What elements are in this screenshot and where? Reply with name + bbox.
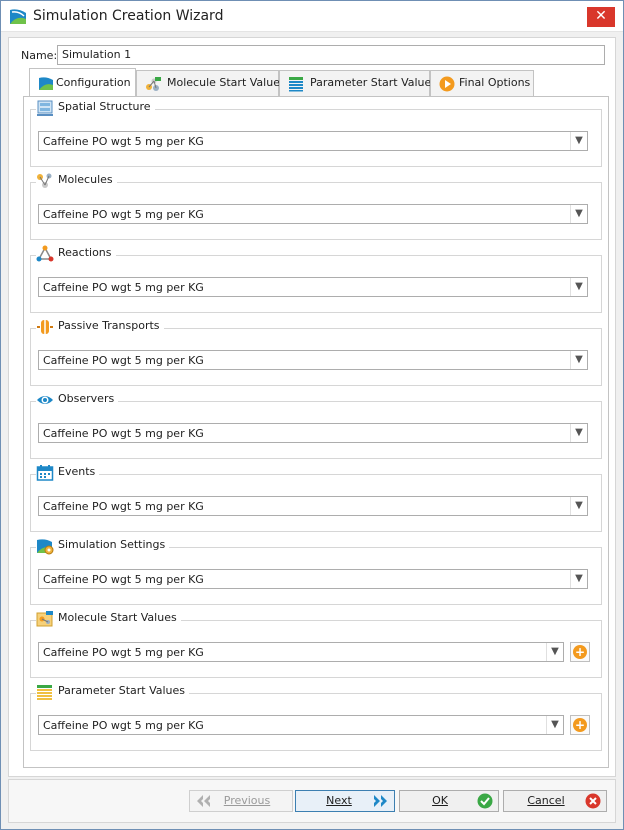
dropdown-value: Caffeine PO wgt 5 mg per KG [43, 573, 204, 586]
dropdown-value: Caffeine PO wgt 5 mg per KG [43, 354, 204, 367]
group-label: Parameter Start Values [54, 684, 190, 697]
dropdown-value: Caffeine PO wgt 5 mg per KG [43, 500, 204, 513]
spatial-structure-icon [36, 99, 54, 117]
tab-label: Configuration [56, 76, 131, 89]
tab-final-options[interactable]: Final Options [430, 70, 534, 96]
eye-icon [36, 391, 54, 409]
cancel-button[interactable]: Cancel [503, 790, 607, 812]
name-label: Name: [21, 49, 58, 62]
ok-button[interactable]: OK [399, 790, 499, 812]
double-chevron-right-icon [374, 795, 387, 807]
group-molecules: Molecules Caffeine PO wgt 5 mg per KG ▼ [30, 172, 602, 240]
spatial-structure-dropdown[interactable]: Caffeine PO wgt 5 mg per KG ▼ [38, 131, 588, 151]
molecule-start-values-icon [36, 610, 54, 628]
wizard-window: Simulation Creation Wizard ✕ Name: Simul… [0, 0, 624, 830]
group-simulation-settings: Simulation Settings Caffeine PO wgt 5 mg… [30, 537, 602, 605]
button-label: Previous [223, 794, 271, 807]
chevron-down-icon[interactable]: ▼ [570, 570, 587, 588]
close-button[interactable]: ✕ [587, 7, 615, 27]
group-events: Events Caffeine PO wgt 5 mg per KG ▼ [30, 464, 602, 532]
group-molecule-start-values: Molecule Start Values Caffeine PO wgt 5 … [30, 610, 602, 678]
dropdown-value: Caffeine PO wgt 5 mg per KG [43, 208, 204, 221]
group-label: Observers [54, 392, 119, 405]
configuration-panel: Spatial Structure Caffeine PO wgt 5 mg p… [23, 96, 609, 768]
previous-button[interactable]: Previous [189, 790, 293, 812]
configuration-icon [39, 77, 53, 90]
chevron-down-icon[interactable]: ▼ [546, 643, 563, 661]
group-reactions: Reactions Caffeine PO wgt 5 mg per KG ▼ [30, 245, 602, 313]
events-dropdown[interactable]: Caffeine PO wgt 5 mg per KG ▼ [38, 496, 588, 516]
chevron-down-icon[interactable]: ▼ [570, 424, 587, 442]
next-button[interactable]: Next [295, 790, 395, 812]
tab-label: Molecule Start Values [167, 76, 286, 89]
observers-dropdown[interactable]: Caffeine PO wgt 5 mg per KG ▼ [38, 423, 588, 443]
chevron-down-icon[interactable]: ▼ [570, 132, 587, 150]
check-icon [477, 793, 493, 809]
group-label: Passive Transports [54, 319, 164, 332]
group-observers: Observers Caffeine PO wgt 5 mg per KG ▼ [30, 391, 602, 459]
dropdown-value: Caffeine PO wgt 5 mg per KG [43, 281, 204, 294]
parameter-start-values-icon [36, 683, 54, 701]
chevron-down-icon[interactable]: ▼ [570, 497, 587, 515]
group-passive-transports: Passive Transports Caffeine PO wgt 5 mg … [30, 318, 602, 386]
chevron-down-icon[interactable]: ▼ [570, 278, 587, 296]
plus-icon: + [573, 718, 587, 732]
group-spatial-structure: Spatial Structure Caffeine PO wgt 5 mg p… [30, 99, 602, 167]
tab-label: Parameter Start Values [310, 76, 438, 89]
molecules-dropdown[interactable]: Caffeine PO wgt 5 mg per KG ▼ [38, 204, 588, 224]
dropdown-value: Caffeine PO wgt 5 mg per KG [43, 719, 204, 732]
simulation-settings-dropdown[interactable]: Caffeine PO wgt 5 mg per KG ▼ [38, 569, 588, 589]
button-bar: Previous Next OK Cancel [8, 779, 616, 823]
parameter-start-values-dropdown[interactable]: Caffeine PO wgt 5 mg per KG ▼ [38, 715, 564, 735]
group-label: Events [54, 465, 100, 478]
plus-icon: + [573, 645, 587, 659]
window-title: Simulation Creation Wizard [33, 8, 224, 24]
calendar-icon [36, 464, 54, 482]
add-parameter-start-values-button[interactable]: + [570, 715, 590, 735]
simulation-settings-icon [36, 537, 54, 555]
group-label: Molecule Start Values [54, 611, 181, 624]
tab-configuration[interactable]: Configuration [29, 68, 136, 96]
app-logo-icon [10, 9, 26, 24]
group-label: Reactions [54, 246, 116, 259]
molecules-icon [36, 172, 54, 190]
chevron-down-icon[interactable]: ▼ [570, 205, 587, 223]
final-options-icon [439, 76, 455, 92]
name-input[interactable]: Simulation 1 [57, 45, 605, 65]
molecule-start-values-icon [146, 77, 161, 91]
dropdown-value: Caffeine PO wgt 5 mg per KG [43, 427, 204, 440]
group-label: Molecules [54, 173, 117, 186]
wizard-content: Name: Simulation 1 Configuration Molecul… [8, 37, 616, 777]
title-bar[interactable]: Simulation Creation Wizard ✕ [1, 1, 623, 32]
passive-transports-dropdown[interactable]: Caffeine PO wgt 5 mg per KG ▼ [38, 350, 588, 370]
dropdown-value: Caffeine PO wgt 5 mg per KG [43, 135, 204, 148]
reactions-dropdown[interactable]: Caffeine PO wgt 5 mg per KG ▼ [38, 277, 588, 297]
cancel-icon [585, 793, 601, 809]
group-parameter-start-values: Parameter Start Values Caffeine PO wgt 5… [30, 683, 602, 751]
group-label: Spatial Structure [54, 100, 155, 113]
parameter-start-values-icon [289, 77, 303, 92]
tab-molecule-start-values[interactable]: Molecule Start Values [136, 70, 286, 96]
reactions-icon [36, 245, 54, 263]
passive-transports-icon [36, 318, 54, 336]
group-label: Simulation Settings [54, 538, 170, 551]
chevron-down-icon[interactable]: ▼ [546, 716, 563, 734]
dropdown-value: Caffeine PO wgt 5 mg per KG [43, 646, 204, 659]
tab-parameter-start-values[interactable]: Parameter Start Values [279, 70, 437, 96]
molecule-start-values-dropdown[interactable]: Caffeine PO wgt 5 mg per KG ▼ [38, 642, 564, 662]
tab-label: Final Options [459, 76, 531, 89]
add-molecule-start-values-button[interactable]: + [570, 642, 590, 662]
chevron-down-icon[interactable]: ▼ [570, 351, 587, 369]
